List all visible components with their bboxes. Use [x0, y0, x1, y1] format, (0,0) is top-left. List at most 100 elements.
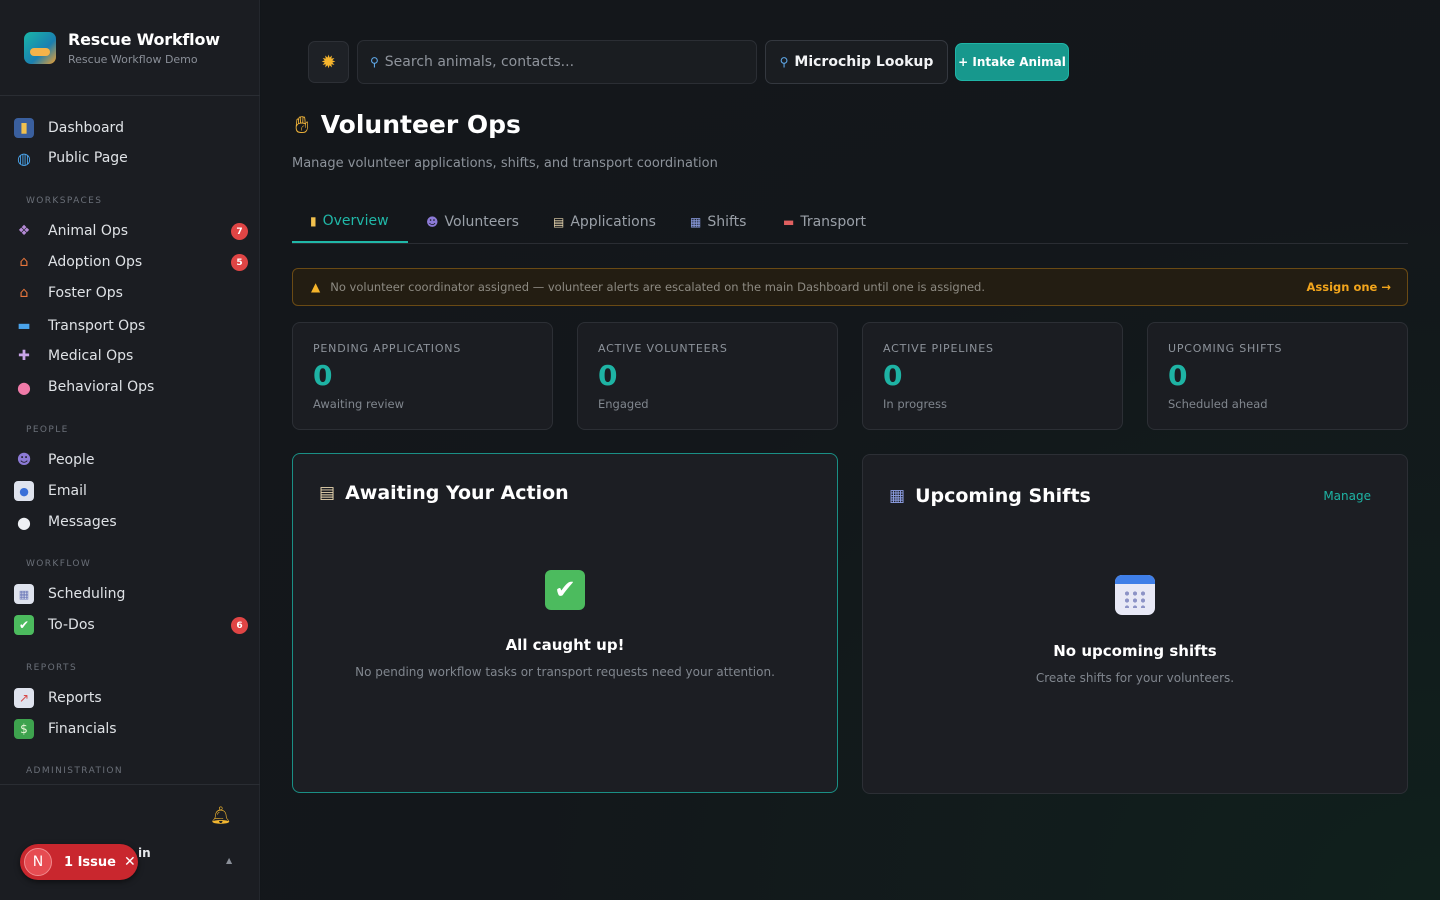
line-chart-icon: ↗ [14, 688, 34, 708]
tab-applications[interactable]: ▤ Applications [553, 200, 656, 243]
globe-icon: ◍ [17, 148, 31, 168]
sidebar-item-adoption-ops[interactable]: ⌂ Adoption Ops 5 [14, 248, 254, 276]
caret-up-icon[interactable]: ▲ [226, 856, 232, 865]
house-icon: ⌂ [19, 285, 29, 301]
sidebar-item-email[interactable]: ● Email [14, 477, 254, 505]
search-icon: ⚲ [370, 55, 379, 69]
sidebar-item-to-dos[interactable]: ✔ To-Dos 6 [14, 611, 254, 639]
search-input[interactable] [384, 54, 735, 70]
sidebar-item-label: Adoption Ops [48, 254, 143, 270]
checkbox-icon: ✔ [14, 615, 34, 635]
tab-bar: ▮ Overview ☻ Volunteers ▤ Applications ▦… [292, 200, 1408, 244]
user-name-peek: in [138, 846, 151, 860]
sidebar-item-dashboard[interactable]: ▮ Dashboard [14, 114, 254, 142]
coordinator-alert: ▲ No volunteer coordinator assigned — vo… [292, 268, 1408, 306]
search-box[interactable]: ⚲ [357, 40, 757, 84]
stat-caption: In progress [883, 397, 947, 411]
stat-card-active-pipelines[interactable]: ACTIVE PIPELINES 0 In progress [862, 322, 1123, 430]
section-reports: REPORTS [26, 663, 78, 673]
manage-shifts-link[interactable]: Manage [1323, 489, 1371, 503]
medical-icon: ✚ [18, 348, 30, 364]
brand-title: Rescue Workflow [68, 30, 220, 49]
brand[interactable]: Rescue Workflow Rescue Workflow Demo [24, 30, 220, 66]
sidebar-item-label: Medical Ops [48, 348, 134, 364]
stat-card-active-volunteers[interactable]: ACTIVE VOLUNTEERS 0 Engaged [577, 322, 838, 430]
sidebar: Rescue Workflow Rescue Workflow Demo ▮ D… [0, 0, 260, 900]
issue-indicator[interactable]: N 1 Issue ✕ [20, 844, 138, 880]
section-workspaces: WORKSPACES [26, 196, 103, 206]
tab-label: Volunteers [444, 213, 519, 230]
tab-transport[interactable]: ▬ Transport [783, 200, 866, 243]
stat-caption: Awaiting review [313, 397, 405, 411]
sidebar-item-animal-ops[interactable]: ❖ Animal Ops 7 [14, 217, 254, 245]
sidebar-item-foster-ops[interactable]: ⌂ Foster Ops [14, 279, 254, 307]
sidebar-divider [0, 95, 260, 96]
search-icon: ⚲ [779, 55, 789, 69]
sidebar-item-financials[interactable]: $ Financials [14, 715, 254, 743]
stat-value: 0 [313, 359, 333, 392]
speech-bubble-icon: ● [17, 512, 31, 532]
issue-label: 1 Issue [64, 854, 116, 870]
bell-icon[interactable]: 🔔︎ [210, 806, 232, 826]
intake-animal-button[interactable]: + Intake Animal [956, 44, 1068, 80]
sidebar-item-label: People [48, 452, 95, 468]
tab-label: Applications [570, 213, 656, 230]
sidebar-item-label: Dashboard [48, 120, 124, 136]
stat-card-upcoming-shifts[interactable]: UPCOMING SHIFTS 0 Scheduled ahead [1147, 322, 1408, 430]
sidebar-item-reports[interactable]: ↗ Reports [14, 684, 254, 712]
sidebar-item-scheduling[interactable]: ▦ Scheduling [14, 580, 254, 608]
sidebar-item-label: Behavioral Ops [48, 379, 155, 395]
brain-icon: ● [17, 377, 31, 397]
sidebar-item-public-page[interactable]: ◍ Public Page [14, 144, 254, 172]
sun-icon: ✹ [320, 51, 337, 73]
tab-label: Transport [800, 213, 867, 230]
sidebar-item-transport-ops[interactable]: ▬ Transport Ops [14, 312, 254, 340]
brand-subtitle: Rescue Workflow Demo [68, 53, 198, 66]
count-badge: 6 [231, 617, 248, 634]
bar-chart-icon: ▮ [14, 118, 34, 138]
sidebar-item-behavioral-ops[interactable]: ● Behavioral Ops [14, 373, 254, 401]
stat-card-pending-applications[interactable]: PENDING APPLICATIONS 0 Awaiting review [292, 322, 553, 430]
house-icon: ⌂ [19, 254, 29, 270]
stat-label: ACTIVE VOLUNTEERS [598, 342, 728, 355]
sidebar-item-label: Reports [48, 690, 102, 706]
calendar-icon: ▦ [690, 214, 702, 229]
awaiting-action-panel: ▤ Awaiting Your Action ✔ All caught up! … [292, 453, 838, 793]
microchip-lookup-label: Microchip Lookup [794, 54, 934, 70]
calendar-icon: ▦ [889, 486, 906, 506]
count-badge: 5 [231, 254, 248, 271]
topbar: ✹ ⚲ ⚲ Microchip Lookup + Intake Animal [308, 40, 1068, 84]
stat-label: ACTIVE PIPELINES [883, 342, 994, 355]
main-content: ✹ ⚲ ⚲ Microchip Lookup + Intake Animal ✋… [261, 0, 1440, 900]
avatar: N [24, 848, 52, 876]
tab-shifts[interactable]: ▦ Shifts [690, 200, 746, 243]
sidebar-item-label: Scheduling [48, 586, 126, 602]
tab-volunteers[interactable]: ☻ Volunteers [426, 200, 519, 243]
email-icon: ● [14, 481, 34, 501]
handshake-icon: ✋︎ [295, 110, 309, 139]
sidebar-item-medical-ops[interactable]: ✚ Medical Ops [14, 342, 254, 370]
van-icon: ▬ [783, 214, 795, 229]
panel-title: Upcoming Shifts [915, 485, 1091, 507]
calendar-icon: ▦ [14, 584, 34, 604]
theme-toggle-button[interactable]: ✹ [308, 41, 349, 83]
stat-caption: Engaged [598, 397, 649, 411]
stat-value: 0 [598, 359, 618, 392]
sidebar-item-label: Transport Ops [48, 318, 146, 334]
people-icon: ☻ [426, 214, 439, 229]
bar-chart-icon: ▮ [310, 213, 317, 228]
tab-overview[interactable]: ▮ Overview [292, 200, 408, 243]
sidebar-item-label: Foster Ops [48, 285, 123, 301]
sidebar-item-messages[interactable]: ● Messages [14, 508, 254, 536]
close-icon[interactable]: ✕ [124, 854, 136, 870]
tab-label: Overview [322, 212, 389, 229]
app-logo-icon [24, 32, 56, 64]
van-icon: ▬ [17, 318, 31, 334]
upcoming-shifts-panel: ▦ Upcoming Shifts Manage No upcoming shi… [862, 454, 1408, 794]
clipboard-icon: ▤ [553, 214, 565, 229]
microchip-lookup-button[interactable]: ⚲ Microchip Lookup [765, 40, 948, 84]
assign-one-link[interactable]: Assign one → [1307, 280, 1391, 294]
sidebar-item-people[interactable]: ☻ People [14, 446, 254, 474]
section-workflow: WORKFLOW [26, 559, 92, 569]
tab-label: Shifts [707, 213, 747, 230]
